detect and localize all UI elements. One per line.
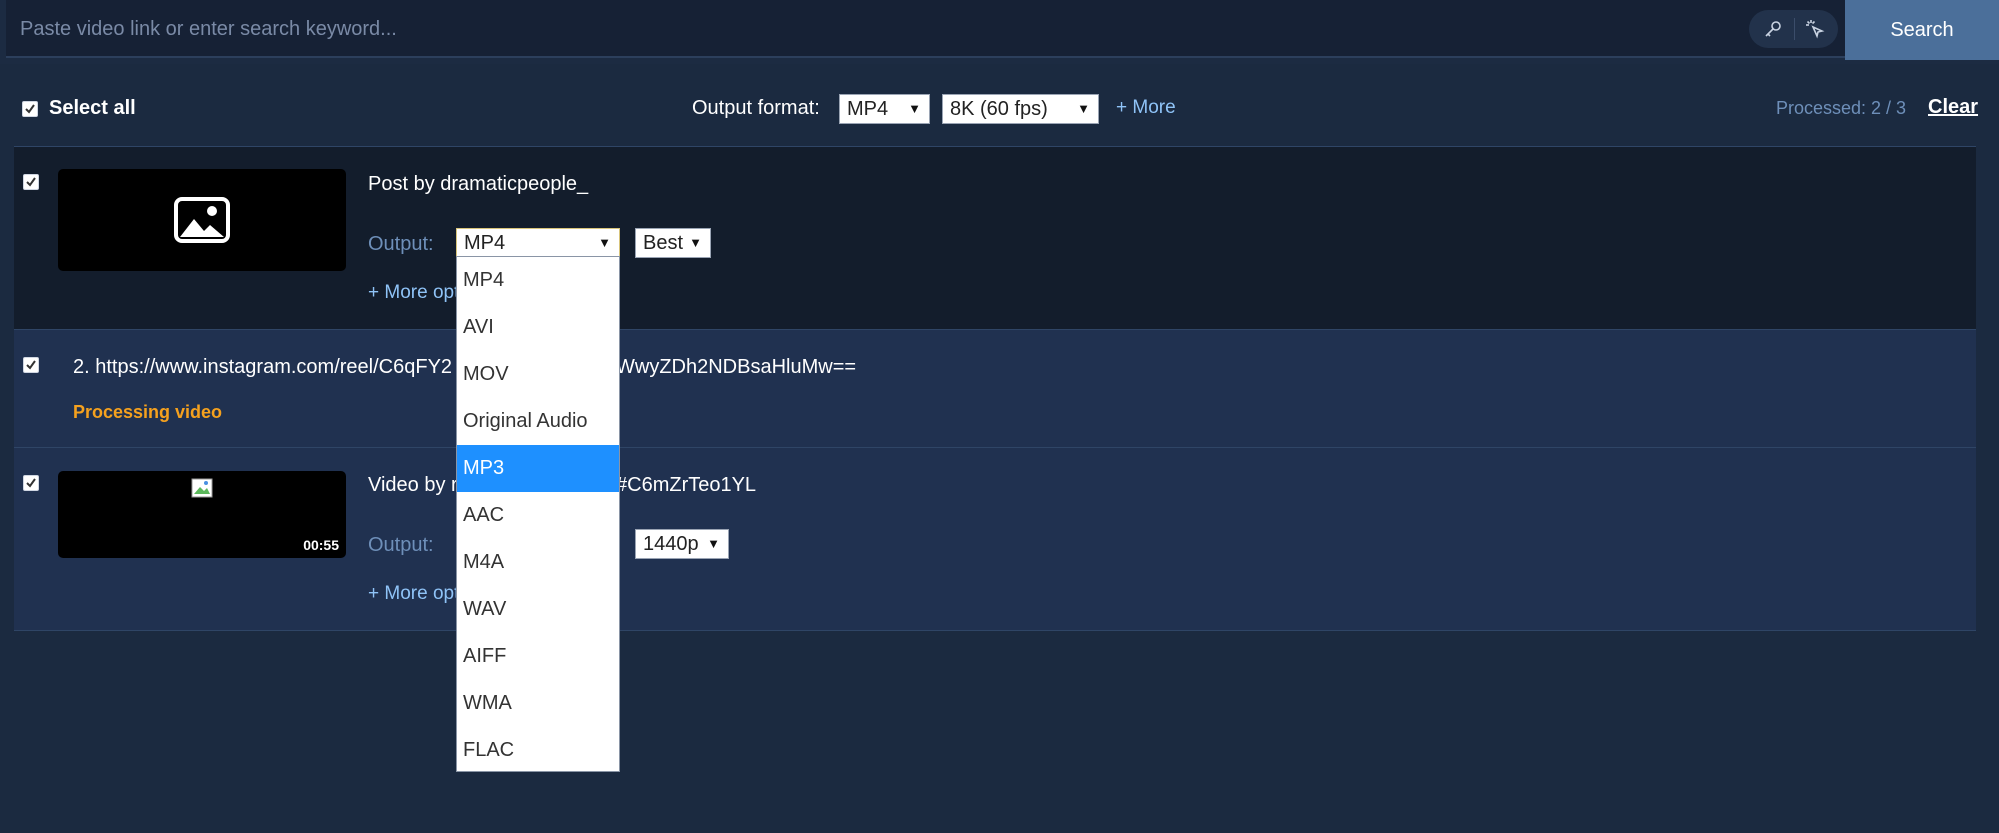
- more-formats-link[interactable]: + More: [1116, 97, 1176, 119]
- select-all-checkbox[interactable]: [22, 101, 38, 117]
- global-quality-value: 8K (60 fps): [950, 98, 1048, 120]
- chevron-down-icon: ▼: [689, 235, 702, 250]
- dropdown-option[interactable]: MP3: [457, 445, 619, 492]
- chevron-down-icon: ▼: [1077, 101, 1090, 116]
- dropdown-option[interactable]: WAV: [457, 586, 619, 633]
- batch-toolbar: Select all Output format: MP4 ▼ 8K (60 f…: [0, 64, 1999, 146]
- search-tools-pill: [1749, 10, 1838, 48]
- processed-count: Processed: 2 / 3: [1776, 98, 1907, 118]
- video-duration: 00:55: [303, 537, 339, 553]
- item-quality-value: Best: [643, 232, 684, 254]
- list-item: 2. https://www.instagram.com/reel/C6qFY2…: [14, 329, 1976, 447]
- dropdown-option[interactable]: Original Audio: [457, 398, 619, 445]
- video-thumbnail[interactable]: [58, 169, 346, 271]
- item-quality-select[interactable]: 1440p ▼: [635, 529, 729, 559]
- item-quality-value: 1440p: [643, 533, 699, 555]
- search-bar: Search: [0, 0, 1999, 64]
- more-options-link[interactable]: + More opt: [368, 583, 459, 605]
- item-checkbox[interactable]: [23, 357, 39, 373]
- item-format-select[interactable]: MP4 ▼: [456, 228, 620, 258]
- item-title: Post by dramaticpeople_: [368, 173, 589, 195]
- clear-button[interactable]: Clear: [1928, 96, 1978, 119]
- output-label: Output:: [368, 233, 434, 255]
- dropdown-option[interactable]: AVI: [457, 304, 619, 351]
- chevron-down-icon: ▼: [598, 235, 611, 250]
- item-title-tail: #C6mZrTeo1YL: [616, 474, 757, 496]
- status-badge: Processing video: [73, 402, 223, 422]
- search-field-container: [6, 0, 1845, 58]
- pill-divider: [1794, 18, 1795, 40]
- item-url-tail: WwyZDh2NDBsaHluMw==: [616, 356, 857, 378]
- global-format-value: MP4: [847, 98, 889, 120]
- item-url: 2. https://www.instagram.com/reel/C6qFY2: [73, 356, 453, 378]
- item-quality-select[interactable]: Best ▼: [635, 228, 711, 258]
- global-quality-select[interactable]: 8K (60 fps) ▼: [942, 94, 1099, 124]
- output-label: Output:: [368, 534, 434, 556]
- broken-image-icon: [191, 478, 213, 498]
- item-format-value: MP4: [464, 232, 506, 254]
- image-placeholder-icon: [174, 197, 230, 243]
- item-checkbox[interactable]: [23, 174, 39, 190]
- more-options-link[interactable]: + More opt: [368, 282, 459, 304]
- item-checkbox[interactable]: [23, 475, 39, 491]
- dropdown-option[interactable]: AAC: [457, 492, 619, 539]
- global-format-select[interactable]: MP4 ▼: [839, 94, 930, 124]
- chevron-down-icon: ▼: [908, 101, 921, 116]
- item-title: Video by r: [368, 474, 458, 496]
- format-dropdown-list: MP4 AVI MOV Original Audio MP3 AAC M4A W…: [456, 256, 620, 772]
- dropdown-option[interactable]: M4A: [457, 539, 619, 586]
- dropdown-option[interactable]: AIFF: [457, 633, 619, 680]
- dropdown-option[interactable]: WMA: [457, 680, 619, 727]
- list-item: 00:55 Video by r #C6mZrTeo1YL Output: 14…: [14, 447, 1976, 631]
- chevron-down-icon: ▼: [707, 536, 720, 551]
- search-input[interactable]: [20, 0, 1740, 58]
- magic-cursor-icon[interactable]: [1803, 17, 1827, 41]
- select-all-label[interactable]: Select all: [49, 97, 136, 120]
- dropdown-option[interactable]: MP4: [457, 257, 619, 304]
- dropdown-option[interactable]: FLAC: [457, 727, 619, 774]
- key-icon[interactable]: [1761, 17, 1785, 41]
- list-item: Post by dramaticpeople_ Output: MP4 ▼ Be…: [14, 146, 1976, 329]
- search-button[interactable]: Search: [1845, 0, 1999, 60]
- output-format-label: Output format:: [692, 97, 820, 119]
- video-thumbnail[interactable]: 00:55: [58, 471, 346, 558]
- dropdown-option[interactable]: MOV: [457, 351, 619, 398]
